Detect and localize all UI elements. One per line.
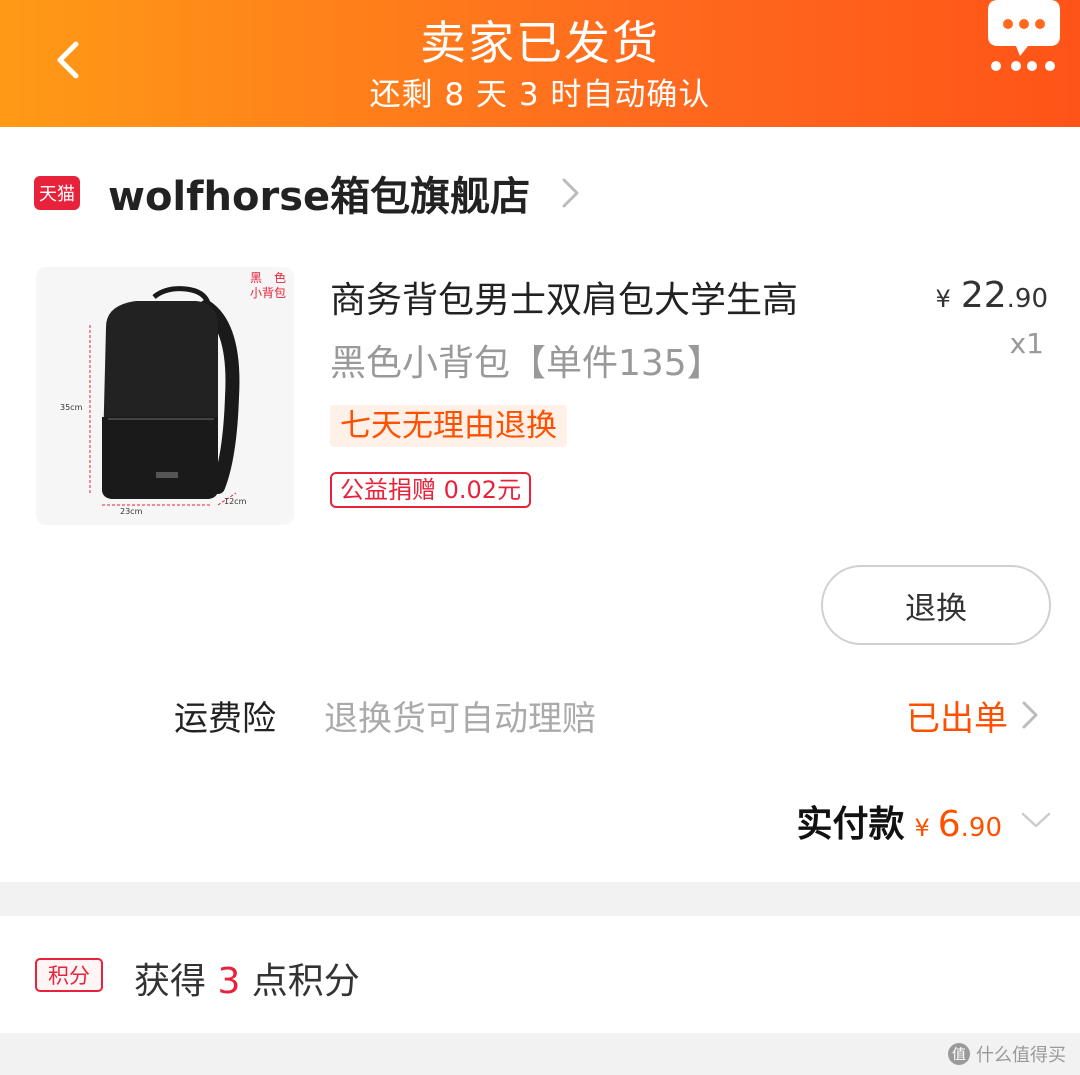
paid-decimal: .90 [960,813,1002,843]
chat-bubble-icon [988,0,1060,71]
product-title[interactable]: 商务背包男士双肩包大学生高 [330,271,890,323]
product-variant: 黑色小背包【单件135】 [330,343,723,384]
tmall-badge: 天猫 [34,176,80,210]
points-count: 3 [217,961,241,1002]
order-status-title: 卖家已发货 [420,16,660,70]
paid-integer: 6 [937,804,961,845]
product-image[interactable]: 黑 色 小背包 35cm 23cm 12cm [36,267,294,525]
product-price: ¥ 22 .90 [936,275,1048,316]
shop-name: wolfhorse箱包旗舰店 [108,174,531,220]
smzdm-logo-icon: 值 [948,1043,970,1065]
return-exchange-button[interactable]: 退换 [821,565,1051,645]
dimension-height: 35cm [60,403,83,412]
dimension-depth: 12cm [224,497,247,506]
price-currency: ¥ [935,285,951,313]
auto-confirm-countdown: 还剩 8 天 3 时自动确认 [369,77,711,113]
dimension-width: 23cm [120,507,143,516]
insurance-label: 运费险 [174,699,276,739]
points-badge: 积分 [35,958,103,992]
paid-label: 实付款 [796,804,905,845]
watermark: 值 什么值得买 [948,1041,1066,1067]
chevron-right-icon [562,178,579,208]
price-decimal: .90 [1006,284,1048,314]
chevron-right-icon [1022,701,1038,729]
shipping-insurance-row[interactable]: 运费险 退换货可自动理赔 已出单 [0,687,1080,741]
points-suffix: 点积分 [240,961,360,1002]
points-earned: 获得 3 点积分 [134,952,360,1004]
return-policy-tag: 七天无理由退换 [330,405,567,447]
status-header: 卖家已发货 还剩 8 天 3 时自动确认 [0,0,1080,127]
watermark-text: 什么值得买 [976,1045,1066,1066]
paid-amount-row[interactable]: 实付款 ¥ 6 .90 [796,795,1052,845]
backpack-image [89,286,240,506]
order-detail-page: 卖家已发货 还剩 8 天 3 时自动确认 天猫 wolfhorse箱包旗舰店 黑… [0,0,1080,1075]
order-card: 天猫 wolfhorse箱包旗舰店 黑 色 小背包 35cm 23cm 12cm… [0,127,1080,882]
insurance-status: 已出单 [906,699,1008,739]
paid-currency: ¥ [914,814,930,842]
shop-link[interactable]: 天猫 wolfhorse箱包旗舰店 [34,167,582,220]
chat-button[interactable] [984,0,1064,74]
points-prefix: 获得 [134,961,218,1002]
points-card: 积分 获得 3 点积分 [0,916,1080,1033]
chevron-down-icon [1021,812,1051,828]
charity-tag: 公益捐赠 0.02元 [330,472,532,508]
insurance-description: 退换货可自动理赔 [324,699,596,739]
price-integer: 22 [960,275,1007,316]
product-quantity: x1 [1009,327,1044,360]
